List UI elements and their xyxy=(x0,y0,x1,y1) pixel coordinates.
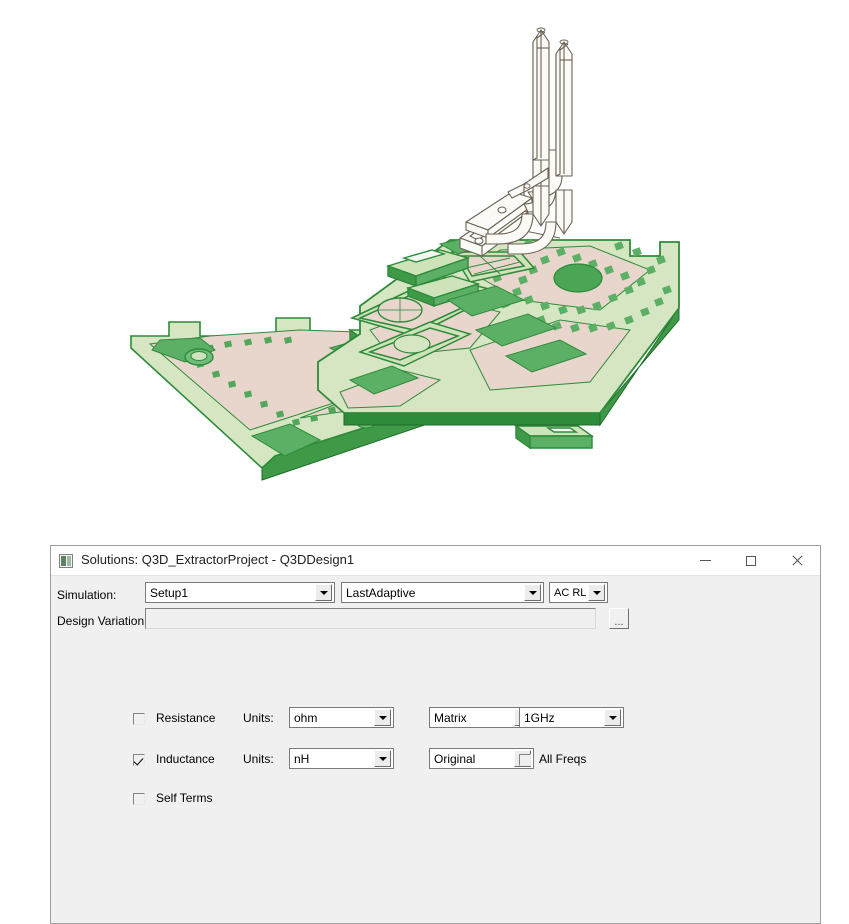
chevron-down-icon[interactable] xyxy=(524,584,541,601)
design-variation-input[interactable] xyxy=(145,608,596,629)
dialog-titlebar: Solutions: Q3D_ExtractorProject - Q3DDes… xyxy=(51,546,820,576)
maximize-button[interactable] xyxy=(728,546,774,575)
inductance-units-label: Units: xyxy=(243,752,274,766)
close-button[interactable] xyxy=(774,546,820,575)
application-icon xyxy=(59,554,73,568)
solution-type-dropdown[interactable]: AC RL xyxy=(549,582,608,603)
inductance-units-dropdown[interactable]: nH xyxy=(289,748,394,769)
chevron-down-icon[interactable] xyxy=(604,709,621,726)
pcb-3d-model xyxy=(130,27,680,481)
browse-button[interactable]: ... xyxy=(609,608,629,629)
resistance-units-value: ohm xyxy=(294,710,318,725)
self-terms-checkbox[interactable] xyxy=(133,793,145,805)
inductance-units-value: nH xyxy=(294,751,310,766)
self-terms-label: Self Terms xyxy=(156,791,213,805)
chevron-down-icon[interactable] xyxy=(374,709,391,726)
resistance-units-label: Units: xyxy=(243,711,274,725)
screen: Solutions: Q3D_ExtractorProject - Q3DDes… xyxy=(0,0,849,924)
adaptive-pass-value: LastAdaptive xyxy=(346,585,416,600)
chevron-down-icon[interactable] xyxy=(374,750,391,767)
resistance-label: Resistance xyxy=(156,711,216,725)
minimize-button[interactable] xyxy=(682,546,728,575)
matrix-reduction-value: Original xyxy=(434,751,476,766)
design-variation-label: Design Variation: xyxy=(57,614,148,628)
setup-dropdown[interactable]: Setup1 xyxy=(145,582,335,603)
solutions-dialog: Solutions: Q3D_ExtractorProject - Q3DDes… xyxy=(50,545,821,924)
resistance-checkbox[interactable] xyxy=(133,713,145,725)
dialog-title: Solutions: Q3D_ExtractorProject - Q3DDes… xyxy=(81,552,355,567)
3d-model-viewport[interactable] xyxy=(0,0,849,525)
frequency-dropdown[interactable]: 1GHz xyxy=(519,707,624,728)
resistance-units-dropdown[interactable]: ohm xyxy=(289,707,394,728)
chevron-down-icon[interactable] xyxy=(315,584,332,601)
setup-dropdown-value: Setup1 xyxy=(150,585,189,600)
inductance-label: Inductance xyxy=(156,752,215,766)
solution-type-value: AC RL xyxy=(554,586,587,599)
matrix-format-value: Matrix xyxy=(434,710,467,725)
frequency-value: 1GHz xyxy=(524,710,555,725)
chevron-down-icon[interactable] xyxy=(588,584,605,601)
all-freqs-checkbox[interactable] xyxy=(519,754,531,766)
all-freqs-label: All Freqs xyxy=(539,752,587,766)
adaptive-pass-dropdown[interactable]: LastAdaptive xyxy=(341,582,544,603)
inductance-checkbox[interactable] xyxy=(133,754,145,766)
simulation-label: Simulation: xyxy=(57,588,117,602)
